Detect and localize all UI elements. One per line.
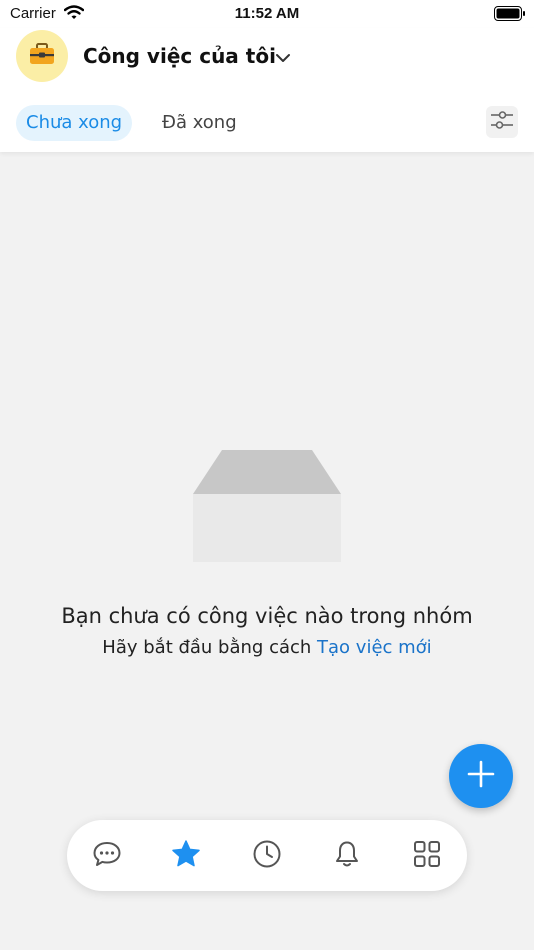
grid-icon xyxy=(413,840,441,872)
plus-icon xyxy=(466,759,496,793)
nav-item-apps[interactable] xyxy=(411,840,443,872)
empty-state-subtitle: Hãy bắt đầu bằng cách Tạo việc mới xyxy=(0,637,534,658)
nav-item-starred[interactable] xyxy=(170,840,202,872)
bottom-nav xyxy=(67,820,467,891)
nav-item-history[interactable] xyxy=(251,840,283,872)
filter-sliders-icon xyxy=(490,109,514,135)
status-bar: Carrier 11:52 AM xyxy=(0,0,534,28)
nav-item-chat[interactable] xyxy=(91,840,123,872)
empty-inbox-icon xyxy=(192,450,342,568)
battery-icon xyxy=(494,6,526,25)
header: Công việc của tôi Chưa xong Đã xong xyxy=(0,28,534,152)
bell-icon xyxy=(332,839,362,873)
nav-item-notifications[interactable] xyxy=(331,840,363,872)
filter-button[interactable] xyxy=(486,106,518,138)
status-time: 11:52 AM xyxy=(234,5,300,22)
clock-icon xyxy=(252,839,282,873)
page-title[interactable]: Công việc của tôi xyxy=(83,44,276,68)
briefcase-icon xyxy=(29,43,55,69)
avatar[interactable] xyxy=(16,30,68,82)
add-task-button[interactable] xyxy=(449,744,513,808)
chevron-down-icon[interactable] xyxy=(275,48,291,67)
tab-chua-xong[interactable]: Chưa xong xyxy=(16,105,133,141)
star-icon xyxy=(171,839,201,873)
empty-state-title: Bạn chưa có công việc nào trong nhóm xyxy=(61,604,473,628)
create-task-link[interactable]: Tạo việc mới xyxy=(317,637,432,658)
chat-icon xyxy=(92,840,122,872)
tab-da-xong[interactable]: Đã xong xyxy=(152,105,247,141)
empty-state-subtitle-text: Hãy bắt đầu bằng cách xyxy=(102,637,318,658)
